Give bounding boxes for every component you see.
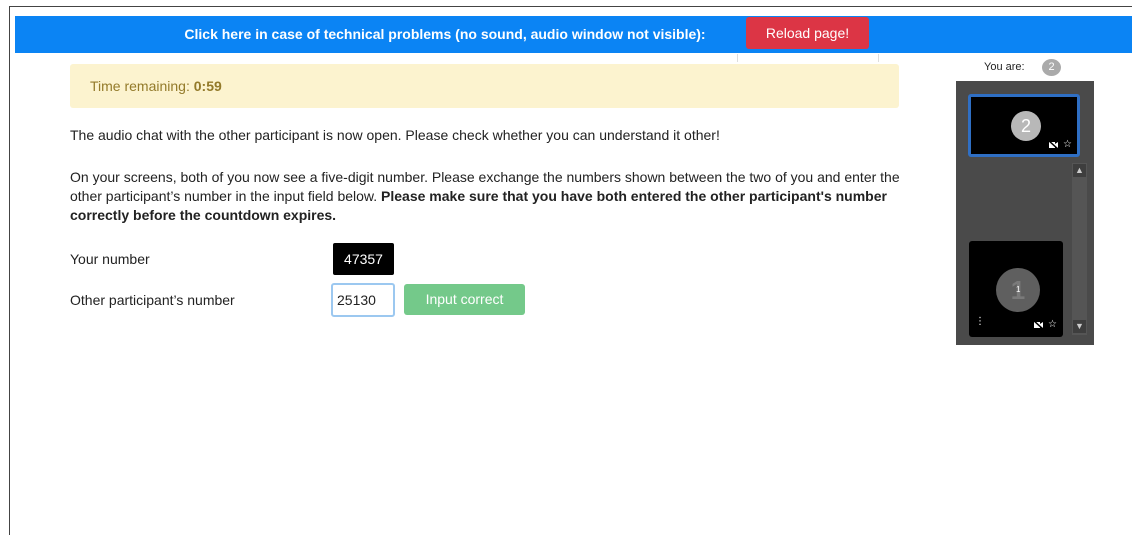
time-remaining-banner: Time remaining: 0:59 [70,64,899,108]
you-are-label: You are: [984,61,1025,73]
time-remaining-label: Time remaining: [90,78,194,94]
star-icon[interactable]: ☆ [1048,319,1057,330]
divider [878,54,879,62]
your-number-value: 47357 [333,243,394,275]
tech-problems-bar[interactable]: Click here in case of technical problems… [15,16,1132,53]
other-number-label: Other participant’s number [70,292,235,308]
camera-off-icon [1032,319,1045,333]
scroll-up-icon[interactable]: ▲ [1073,164,1086,177]
audio-open-text: The audio chat with the other participan… [70,127,720,143]
tile-scrollbar[interactable] [1072,163,1087,335]
scroll-down-icon[interactable]: ▼ [1073,320,1086,333]
other-avatar-sub-label: 1 [1016,285,1021,294]
time-remaining-value: 0:59 [193,78,222,94]
camera-off-icon [1047,139,1060,153]
menu-dots-icon[interactable]: ⋮ [975,316,985,327]
input-correct-button[interactable]: Input correct [404,284,525,315]
star-icon[interactable]: ☆ [1063,139,1072,150]
divider [737,54,738,62]
other-number-input[interactable] [331,283,395,317]
self-avatar: 2 [1011,111,1041,141]
tech-problems-text[interactable]: Click here in case of technical problems… [165,26,725,42]
you-are-badge: 2 [1042,59,1061,76]
reload-page-button[interactable]: Reload page! [746,17,869,49]
your-number-label: Your number [70,251,150,267]
exchange-instructions: On your screens, both of you now see a f… [70,168,910,225]
